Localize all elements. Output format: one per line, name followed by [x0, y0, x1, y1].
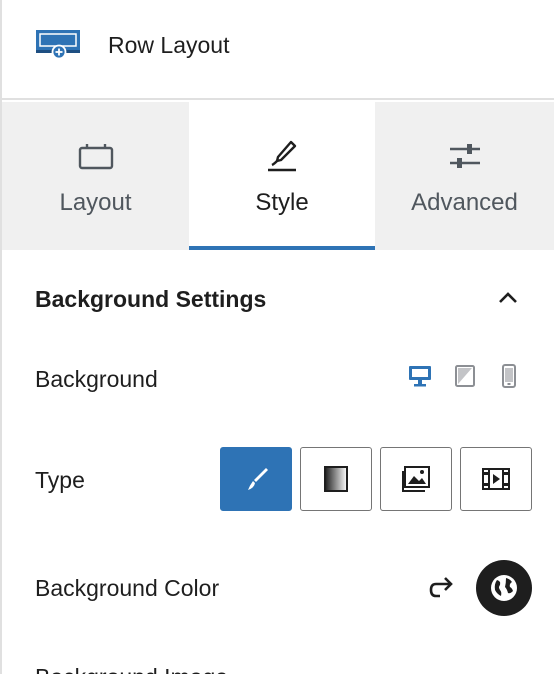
- tab-layout-label: Layout: [59, 189, 132, 216]
- settings-tabs: Layout Style Advanced: [2, 102, 554, 250]
- block-header: Row Layout: [2, 0, 554, 100]
- type-image-button[interactable]: [380, 447, 452, 511]
- image-icon: [402, 466, 430, 492]
- block-settings-panel: Row Layout Layout Style Advanced Backgro…: [0, 0, 554, 674]
- block-title: Row Layout: [108, 32, 230, 58]
- mobile-icon[interactable]: [496, 363, 522, 389]
- desktop-icon[interactable]: [407, 363, 433, 389]
- tablet-icon[interactable]: [452, 363, 478, 389]
- tab-advanced[interactable]: Advanced: [375, 102, 554, 250]
- background-settings-heading[interactable]: Background Settings: [35, 284, 266, 314]
- tab-advanced-label: Advanced: [411, 189, 518, 216]
- video-icon: [482, 468, 510, 490]
- background-color-label: Background Color: [35, 575, 220, 601]
- paintbrush-icon: [248, 468, 268, 490]
- background-label: Background: [35, 366, 158, 392]
- background-image-label: Background Image: [35, 662, 228, 674]
- globe-icon: [491, 575, 517, 601]
- type-video-button[interactable]: [460, 447, 532, 511]
- type-label: Type: [35, 467, 85, 493]
- chevron-up-icon[interactable]: [496, 286, 520, 310]
- row-layout-icon: [36, 30, 80, 60]
- type-gradient-button[interactable]: [300, 447, 372, 511]
- layout-icon: [78, 144, 113, 170]
- type-color-button[interactable]: [220, 447, 292, 511]
- reset-arrow-icon[interactable]: [426, 572, 458, 602]
- sliders-icon: [449, 144, 480, 168]
- global-color-button[interactable]: [476, 560, 532, 616]
- tab-style[interactable]: Style: [189, 102, 375, 250]
- brush-pen-icon: [268, 140, 297, 172]
- tab-layout[interactable]: Layout: [2, 102, 189, 250]
- tab-style-label: Style: [255, 189, 309, 216]
- gradient-icon: [324, 466, 348, 492]
